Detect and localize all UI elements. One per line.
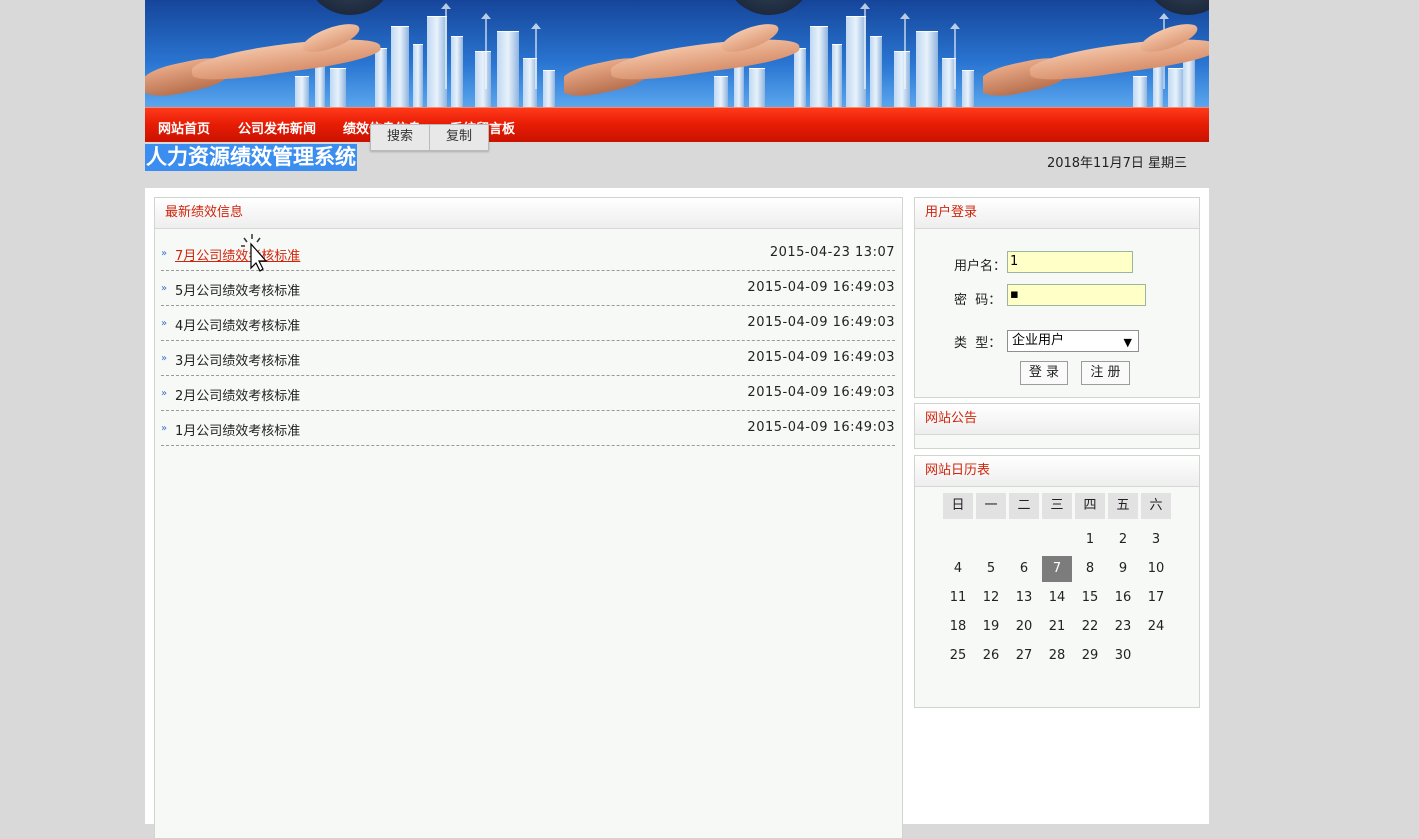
calendar-day[interactable]: 20 <box>1009 614 1039 640</box>
calendar-today[interactable]: 7 <box>1042 556 1072 582</box>
news-link[interactable]: 3月公司绩效考核标准 <box>175 350 300 369</box>
calendar-day[interactable]: 16 <box>1108 585 1138 611</box>
double-arrow-icon: » <box>161 318 168 329</box>
calendar-day[interactable]: 9 <box>1108 556 1138 582</box>
calendar-day[interactable]: 11 <box>943 585 973 611</box>
main-nav: 网站首页 公司发布新闻 绩效信息信息 系统留言板 <box>145 107 1209 143</box>
double-arrow-icon: » <box>161 248 168 259</box>
calendar-day[interactable]: 30 <box>1108 643 1138 669</box>
notice-panel: 网站公告 <box>914 403 1200 449</box>
password-field[interactable]: ▪ <box>1007 284 1146 306</box>
calendar-day[interactable]: 28 <box>1042 643 1072 669</box>
news-link[interactable]: 4月公司绩效考核标准 <box>175 315 300 334</box>
login-button[interactable]: 登 录 <box>1020 361 1068 385</box>
double-arrow-icon: » <box>161 423 168 434</box>
news-panel: 最新绩效信息 » 7月公司绩效考核标准 2015-04-23 13:07 » 5… <box>154 197 903 839</box>
list-item: » 2月公司绩效考核标准 2015-04-09 16:49:03 <box>161 376 895 411</box>
calendar-day[interactable]: 29 <box>1075 643 1105 669</box>
list-item: » 5月公司绩效考核标准 2015-04-09 16:49:03 <box>161 271 895 306</box>
news-time: 2015-04-09 16:49:03 <box>747 350 895 365</box>
banner-image <box>983 0 1209 107</box>
search-button[interactable]: 搜索 <box>371 125 431 150</box>
news-heading: 最新绩效信息 <box>155 198 902 229</box>
calendar-day[interactable]: 21 <box>1042 614 1072 640</box>
banner-image <box>145 0 564 107</box>
list-item: » 7月公司绩效考核标准 2015-04-23 13:07 <box>161 236 895 271</box>
calendar-weekday: 一 <box>976 493 1006 519</box>
news-time: 2015-04-09 16:49:03 <box>747 420 895 435</box>
calendar-weekday: 三 <box>1042 493 1072 519</box>
calendar-day[interactable]: 8 <box>1075 556 1105 582</box>
calendar-weekday: 四 <box>1075 493 1105 519</box>
calendar-day[interactable]: 23 <box>1108 614 1138 640</box>
header-banner <box>145 0 1209 107</box>
user-type-select[interactable]: 企业用户 ▼ <box>1007 330 1139 352</box>
calendar-weekday: 二 <box>1009 493 1039 519</box>
register-button[interactable]: 注 册 <box>1081 361 1130 385</box>
calendar-day[interactable]: 14 <box>1042 585 1072 611</box>
news-link[interactable]: 2月公司绩效考核标准 <box>175 385 300 404</box>
calendar-day[interactable]: 4 <box>943 556 973 582</box>
mouse-cursor-icon <box>241 234 268 272</box>
double-arrow-icon: » <box>161 388 168 399</box>
page: 网站首页 公司发布新闻 绩效信息信息 系统留言板 人力资源绩效管理系统 2018… <box>145 0 1209 839</box>
system-title: 人力资源绩效管理系统 <box>145 144 357 171</box>
news-link[interactable]: 5月公司绩效考核标准 <box>175 280 300 299</box>
news-link[interactable]: 1月公司绩效考核标准 <box>175 420 300 439</box>
username-field[interactable]: 1 <box>1007 251 1133 273</box>
notice-heading: 网站公告 <box>915 404 1199 435</box>
double-arrow-icon: » <box>161 353 168 364</box>
calendar-day[interactable]: 17 <box>1141 585 1171 611</box>
calendar-weekday: 日 <box>943 493 973 519</box>
calendar-day[interactable]: 12 <box>976 585 1006 611</box>
calendar-day[interactable]: 18 <box>943 614 973 640</box>
calendar-day[interactable]: 22 <box>1075 614 1105 640</box>
calendar-day[interactable]: 3 <box>1141 527 1171 553</box>
title-row: 人力资源绩效管理系统 2018年11月7日 星期三 <box>145 142 1209 188</box>
calendar-day[interactable]: 26 <box>976 643 1006 669</box>
nav-company-news[interactable]: 公司发布新闻 <box>238 118 316 137</box>
username-label: 用户名： <box>954 259 1007 274</box>
calendar-day[interactable]: 10 <box>1141 556 1171 582</box>
calendar-day[interactable]: 13 <box>1009 585 1039 611</box>
chevron-down-icon: ▼ <box>1123 336 1132 349</box>
calendar-day[interactable]: 1 <box>1075 527 1105 553</box>
calendar-weekday: 五 <box>1108 493 1138 519</box>
list-item: » 1月公司绩效考核标准 2015-04-09 16:49:03 <box>161 411 895 446</box>
calendar-day[interactable]: 27 <box>1009 643 1039 669</box>
nav-home[interactable]: 网站首页 <box>158 118 210 137</box>
selection-popup: 搜索 复制 <box>370 124 490 151</box>
password-label: 密 码： <box>954 293 1002 308</box>
news-time: 2015-04-09 16:49:03 <box>747 315 895 330</box>
calendar-day[interactable]: 19 <box>976 614 1006 640</box>
calendar-day[interactable]: 15 <box>1075 585 1105 611</box>
login-panel: 用户登录 用户名： 1 密 码： ▪ 类 型： 企业用户 ▼ 登 录 注 册 <box>914 197 1200 398</box>
calendar-day[interactable]: 24 <box>1141 614 1171 640</box>
calendar-day[interactable]: 25 <box>943 643 973 669</box>
user-type-value: 企业用户 <box>1012 333 1065 348</box>
news-time: 2015-04-09 16:49:03 <box>747 385 895 400</box>
type-label: 类 型： <box>954 336 1002 351</box>
main-content: 最新绩效信息 » 7月公司绩效考核标准 2015-04-23 13:07 » 5… <box>145 188 1209 839</box>
calendar-weekday: 六 <box>1141 493 1171 519</box>
news-time: 2015-04-23 13:07 <box>769 245 895 260</box>
news-time: 2015-04-09 16:49:03 <box>747 280 895 295</box>
login-heading: 用户登录 <box>915 198 1199 229</box>
news-link[interactable]: 7月公司绩效考核标准 <box>175 245 300 264</box>
current-date: 2018年11月7日 星期三 <box>1046 156 1187 171</box>
banner-image <box>564 0 983 107</box>
calendar-day[interactable]: 5 <box>976 556 1006 582</box>
calendar-heading: 网站日历表 <box>915 456 1199 487</box>
double-arrow-icon: » <box>161 283 168 294</box>
calendar-panel: 网站日历表 日一二三四五六 1 2 3 4 5 6 7 8 9 10 11 12 13 14 15 16 17 18… <box>914 455 1200 708</box>
list-item: » 4月公司绩效考核标准 2015-04-09 16:49:03 <box>161 306 895 341</box>
list-item: » 3月公司绩效考核标准 2015-04-09 16:49:03 <box>161 341 895 376</box>
copy-button[interactable]: 复制 <box>430 125 488 150</box>
calendar-day[interactable]: 6 <box>1009 556 1039 582</box>
calendar-day[interactable]: 2 <box>1108 527 1138 553</box>
